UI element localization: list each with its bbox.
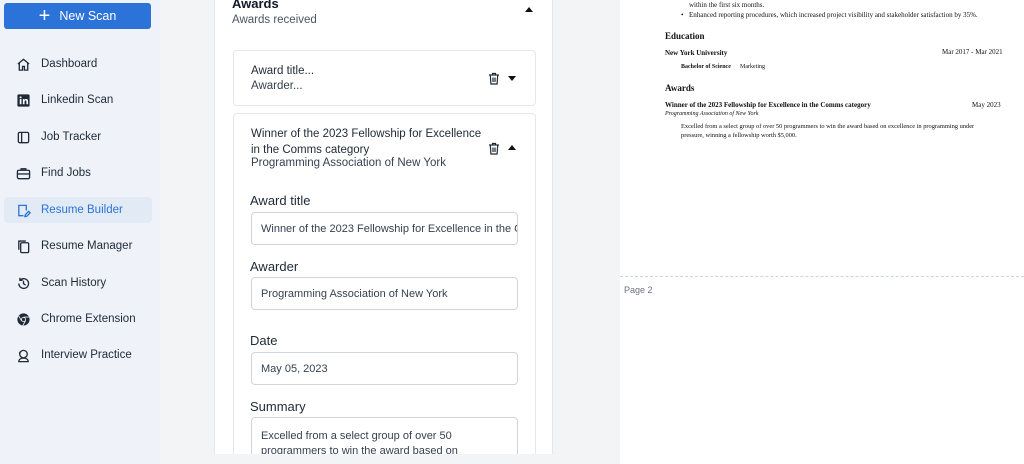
sidebar-item-resume-manager[interactable]: Resume Manager — [4, 233, 152, 259]
resume-preview: within the first six months. • Enhanced … — [620, 0, 1024, 464]
award-title-input[interactable]: Winner of the 2023 Fellowship for Excell… — [251, 212, 518, 245]
date-label: Date — [250, 333, 278, 348]
linkedin-icon — [17, 93, 30, 107]
sidebar-item-job-tracker[interactable]: Job Tracker — [4, 124, 152, 150]
sidebar-item-label: Job Tracker — [41, 131, 102, 143]
expand-icon[interactable] — [508, 76, 516, 81]
degree: Bachelor of Science — [681, 64, 731, 70]
school-dates: Mar 2017 - Mar 2021 — [942, 48, 1003, 56]
major: Marketing — [740, 64, 765, 70]
preview-bullet: Enhanced reporting procedures, which inc… — [689, 11, 978, 19]
clipboard-icon — [17, 131, 30, 143]
section-title: Awards — [232, 0, 279, 11]
sidebar-item-dashboard[interactable]: Dashboard — [4, 51, 152, 77]
page-divider — [620, 276, 1024, 277]
sidebar-item-scan-history[interactable]: Scan History — [4, 270, 152, 296]
home-icon — [17, 57, 30, 71]
education-heading: Education — [665, 31, 705, 41]
headset-icon — [18, 349, 29, 362]
sidebar-item-find-jobs[interactable]: Find Jobs — [4, 160, 152, 186]
sidebar-item-label: Scan History — [41, 277, 107, 289]
card-title: Award title... — [251, 65, 315, 77]
briefcase-icon — [16, 167, 31, 179]
card-subtitle: Programming Association of New York — [251, 157, 446, 169]
page-label: Page 2 — [624, 285, 653, 295]
preview-award-summary: pressure, winning a fellowship worth $5,… — [681, 132, 797, 139]
card-subtitle: Awarder... — [251, 80, 303, 92]
award-title-label: Award title — [250, 193, 311, 208]
sidebar-item-interview-practice[interactable]: Interview Practice — [4, 342, 152, 368]
awards-heading: Awards — [665, 83, 695, 93]
preview-award-summary: Excelled from a select group of over 50 … — [681, 123, 975, 130]
plus-icon: + — [38, 5, 51, 27]
school-name: New York University — [665, 49, 728, 57]
new-scan-label: New Scan — [59, 9, 117, 23]
history-icon — [18, 277, 30, 289]
collapse-section-icon[interactable] — [525, 7, 533, 12]
sidebar-item-label: Dashboard — [41, 58, 98, 70]
preview-line: within the first six months. — [689, 1, 765, 9]
sidebar-item-chrome-extension[interactable]: Chrome Extension — [4, 306, 152, 332]
sidebar-item-label: Resume Manager — [41, 240, 133, 252]
trash-icon[interactable] — [488, 72, 500, 85]
bullet-icon: • — [681, 11, 684, 19]
preview-award-title: Winner of the 2023 Fellowship for Excell… — [665, 101, 871, 109]
award-card-collapsed[interactable]: Award title... Awarder... — [233, 50, 536, 106]
awarder-label: Awarder — [250, 259, 299, 274]
preview-award-org: Programming Association of New York — [665, 111, 759, 117]
date-input[interactable]: May 05, 2023 — [251, 352, 518, 385]
new-scan-button[interactable]: + New Scan — [4, 3, 151, 29]
section-subtitle: Awards received — [232, 14, 317, 26]
sidebar-item-linkedin-scan[interactable]: Linkedin Scan — [4, 87, 152, 113]
awards-form-panel: Awards Awards received Award title... Aw… — [214, 0, 553, 454]
summary-textarea[interactable]: Excelled from a select group of over 50 … — [251, 417, 518, 454]
trash-icon[interactable] — [488, 142, 500, 155]
summary-label: Summary — [250, 399, 306, 414]
awarder-input[interactable]: Programming Association of New York — [251, 277, 518, 310]
sidebar-item-label: Find Jobs — [41, 167, 91, 179]
chrome-icon — [17, 312, 30, 326]
sidebar-item-resume-builder[interactable]: Resume Builder — [4, 197, 152, 223]
sidebar-item-label: Resume Builder — [41, 204, 123, 216]
sidebar: + New Scan Dashboard Linkedin Scan Job T… — [0, 0, 160, 464]
sidebar-item-label: Chrome Extension — [41, 313, 136, 325]
edit-document-icon — [18, 204, 31, 217]
card-title: Winner of the 2023 Fellowship for Excell… — [251, 128, 482, 156]
copy-icon — [18, 239, 30, 253]
sidebar-item-label: Linkedin Scan — [41, 94, 114, 106]
preview-award-date: May 2023 — [972, 101, 1001, 109]
collapse-icon[interactable] — [508, 145, 516, 150]
sidebar-item-label: Interview Practice — [41, 349, 132, 361]
